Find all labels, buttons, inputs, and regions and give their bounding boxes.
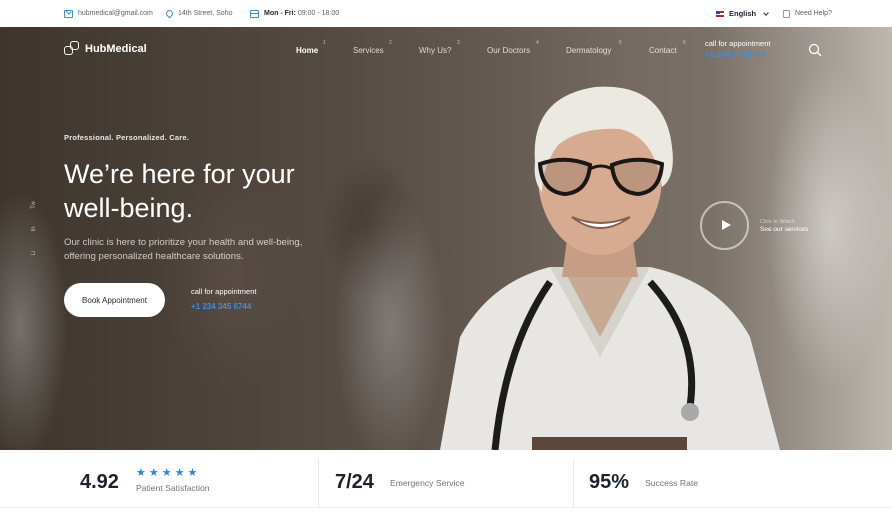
calendar-icon — [250, 9, 259, 18]
nav-home-number: 1 — [323, 40, 326, 46]
star-icon: ★ — [187, 467, 198, 479]
us-flag-icon — [716, 10, 724, 17]
hero-section: HubMedical Home 1 Services 2 Why Us? 3 O… — [0, 27, 892, 450]
rating-stars: ★ ★ ★ ★ ★ — [136, 466, 197, 479]
stat-success-label: Success Rate — [645, 478, 699, 488]
hero-headline: We’re here for your well-being. — [64, 157, 344, 225]
nav-why-us[interactable]: Why Us? — [419, 46, 451, 55]
social-twitter-link[interactable]: Tw — [31, 200, 37, 210]
page-bottom-rule — [0, 507, 892, 508]
chevron-down-icon — [763, 9, 769, 16]
nav-call-label: call for appointment — [705, 39, 771, 48]
doctor-portrait-image — [440, 86, 780, 450]
logo[interactable]: HubMedical — [64, 41, 147, 57]
address-text: 14th Street, Soho — [178, 10, 233, 17]
stat-emergency-value: 7/24 — [335, 471, 374, 493]
stat-emergency-label: Emergency Service — [390, 478, 465, 488]
stats-bar: 4.92 ★ ★ ★ ★ ★ Patient Satisfaction 7/24… — [0, 450, 892, 514]
logo-text: HubMedical — [85, 43, 147, 55]
star-icon: ★ — [174, 467, 185, 479]
social-instagram-link[interactable]: In — [31, 224, 37, 234]
top-info-bar: hubmedical@gmail.com 14th Street, Soho M… — [0, 0, 892, 27]
book-appointment-button[interactable]: Book Appointment — [64, 283, 165, 317]
nav-our-doctors[interactable]: Our Doctors — [487, 46, 530, 55]
stat-divider — [573, 458, 574, 508]
hours-time: 09:00 - 18:00 — [297, 10, 340, 17]
mail-icon — [64, 9, 73, 18]
play-video-button[interactable] — [700, 201, 749, 250]
nav-dermatology-number: 5 — [619, 40, 622, 46]
email-contact[interactable]: hubmedical@gmail.com — [64, 9, 153, 18]
social-links: Tw In Li — [29, 200, 39, 274]
address-contact: 14th Street, Soho — [164, 8, 233, 19]
nav-our-doctors-number: 4 — [536, 40, 539, 46]
language-select[interactable]: English — [716, 9, 769, 18]
see-services-link[interactable]: See our services — [760, 226, 808, 233]
stat-divider — [318, 458, 319, 508]
social-linkedin-link[interactable]: Li — [31, 248, 37, 258]
nav-why-us-number: 3 — [457, 40, 460, 46]
phone-help-icon — [783, 9, 790, 18]
nav-services[interactable]: Services — [353, 46, 384, 55]
nav-dermatology[interactable]: Dermatology — [566, 46, 611, 55]
language-label: English — [729, 9, 757, 18]
logo-icon — [64, 41, 80, 57]
nav-contact-number: 6 — [683, 40, 686, 46]
nav-home[interactable]: Home — [296, 46, 318, 55]
help-link[interactable]: Need Help? — [783, 9, 832, 18]
headline-start: We’re — [64, 159, 142, 189]
stat-satisfaction-label: Patient Satisfaction — [136, 483, 210, 493]
hero-eyebrow: Professional. Personalized. Care. — [64, 133, 189, 142]
stat-success-value: 95% — [589, 471, 630, 493]
cta-call-label: call for appointment — [191, 287, 257, 296]
nav-services-number: 2 — [389, 40, 392, 46]
nav-contact[interactable]: Contact — [649, 46, 677, 55]
hours-days: Mon - Fri: — [264, 10, 296, 17]
headline-highlight: here — [141, 159, 196, 189]
star-icon: ★ — [136, 467, 146, 479]
nav-call-phone[interactable]: +1 234 345 6744 — [705, 50, 765, 59]
opening-hours: Mon - Fri: 09:00 - 18:00 — [250, 9, 340, 18]
location-pin-icon — [164, 8, 175, 19]
cta-call-phone[interactable]: +1 234 345 6744 — [191, 302, 251, 311]
help-label: Need Help? — [795, 10, 832, 17]
star-icon: ★ — [161, 467, 172, 479]
search-icon[interactable] — [808, 43, 822, 57]
play-video-label: Click to Watch — [760, 219, 795, 225]
hero-description: Our clinic is here to prioritize your he… — [64, 237, 303, 262]
stat-satisfaction-value: 4.92 — [80, 471, 119, 493]
email-text: hubmedical@gmail.com — [78, 10, 153, 17]
main-navigation: HubMedical Home 1 Services 2 Why Us? 3 O… — [0, 27, 892, 75]
star-icon: ★ — [148, 467, 159, 479]
